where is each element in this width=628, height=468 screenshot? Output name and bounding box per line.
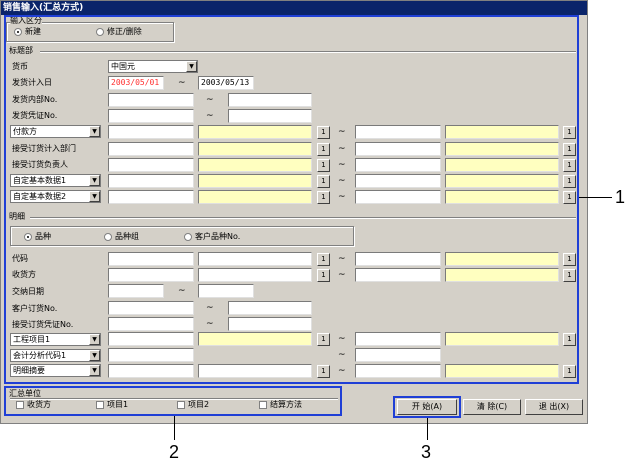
window-title: 销售输入(汇总方式) bbox=[1, 1, 587, 15]
callout-box-1 bbox=[4, 15, 579, 384]
callout-number-2: 2 bbox=[169, 442, 180, 462]
callout-line-2 bbox=[174, 416, 175, 440]
callout-number-1: 1 bbox=[615, 187, 626, 207]
exit-button[interactable]: 退 出(X) bbox=[525, 399, 583, 415]
clear-button[interactable]: 清 除(C) bbox=[463, 399, 521, 415]
callout-line-3 bbox=[427, 418, 428, 440]
callout-box-3 bbox=[393, 396, 461, 418]
callout-line-1 bbox=[579, 197, 612, 198]
callout-number-3: 3 bbox=[421, 442, 432, 462]
callout-box-2 bbox=[4, 386, 342, 416]
